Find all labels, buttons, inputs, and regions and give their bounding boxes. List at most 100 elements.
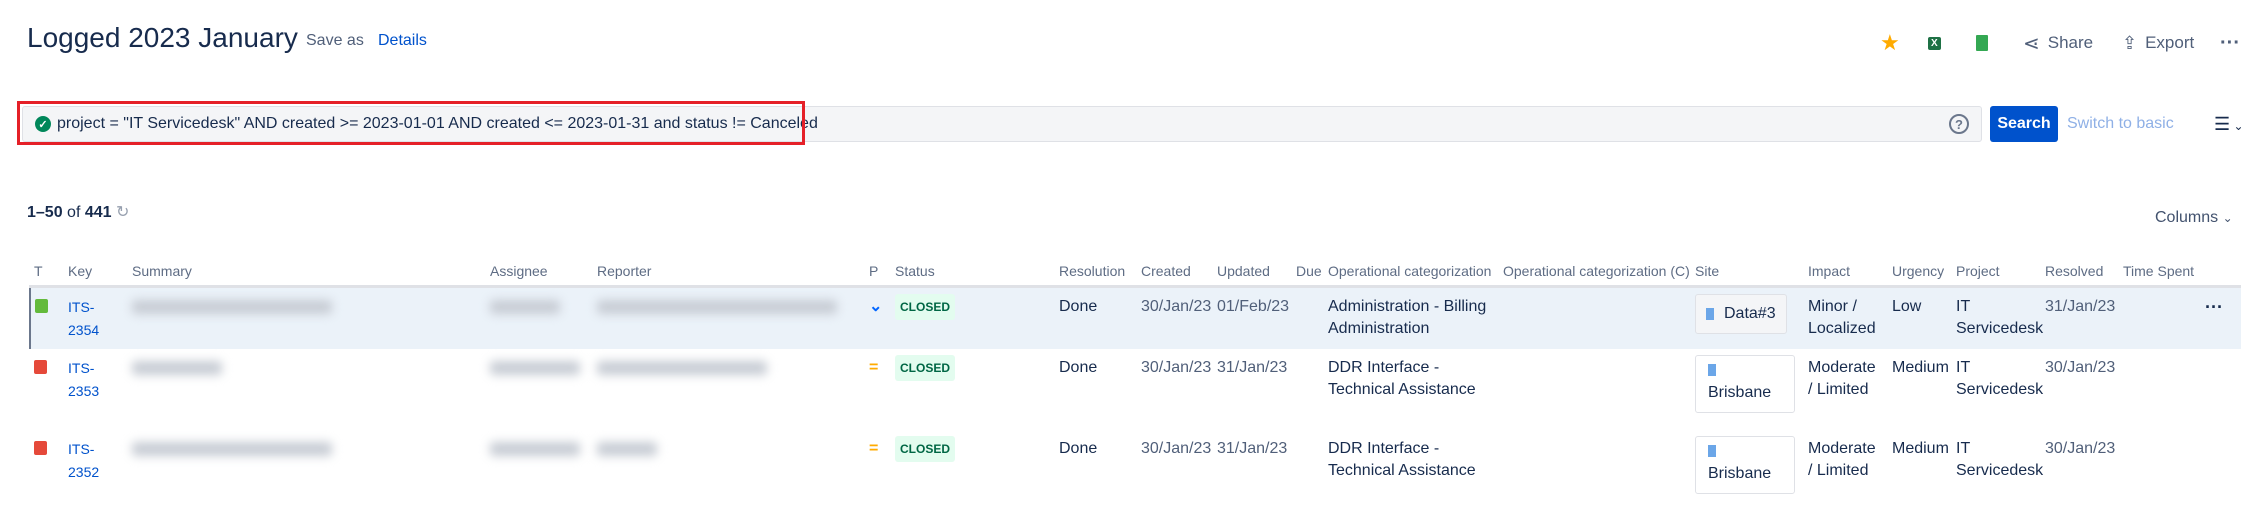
share-label: Share (2047, 33, 2094, 52)
column-header[interactable]: Time Spent (2119, 258, 2201, 288)
resolution: Done (1059, 297, 1098, 315)
operational-categorization: DDR Interface - Technical Assistance (1328, 440, 1476, 479)
column-header[interactable]: T (30, 258, 64, 288)
redacted-summary (132, 299, 332, 314)
resolution: Done (1059, 359, 1098, 376)
document-icon (1708, 364, 1716, 376)
issue-key-link[interactable]: ITS-2354 (68, 299, 99, 338)
redacted-reporter (597, 299, 837, 314)
column-header[interactable]: Urgency (1888, 258, 1952, 288)
updated-date: 01/Feb/23 (1217, 297, 1290, 315)
column-header[interactable]: Project (1952, 258, 2041, 288)
query-highlight-box (17, 101, 805, 145)
created-date: 30/Jan/23 (1141, 297, 1212, 315)
column-header[interactable]: Updated (1213, 258, 1292, 288)
column-header[interactable]: Operational categorization (1324, 258, 1499, 288)
export-button[interactable]: ⇪ Export (2122, 30, 2194, 56)
created-date: 30/Jan/23 (1141, 359, 1212, 376)
more-actions-button[interactable]: ··· (2220, 30, 2240, 56)
column-header[interactable]: Reporter (593, 258, 865, 288)
table-row[interactable]: ITS-2354 ⌄ CLOSED Done 30/Jan/23 01/Feb/… (29, 286, 2241, 349)
column-header[interactable]: Site (1691, 258, 1804, 288)
excel-icon: X (1928, 36, 1941, 50)
resolved-date: 30/Jan/23 (2045, 440, 2116, 457)
status-badge: CLOSED (895, 293, 956, 320)
column-header[interactable]: Key (64, 258, 128, 288)
priority-low-icon: ⌄ (869, 297, 883, 315)
view-menu-button[interactable]: ☰ ⌄ (2214, 114, 2244, 135)
column-header[interactable]: Due (1292, 258, 1324, 288)
column-header[interactable]: Assignee (486, 258, 593, 288)
redacted-summary (132, 442, 332, 456)
issue-type-icon (34, 441, 47, 455)
redacted-reporter (597, 442, 657, 456)
resolved-date: 31/Jan/23 (2045, 297, 2116, 315)
column-header[interactable]: Resolved (2041, 258, 2119, 288)
created-date: 30/Jan/23 (1141, 440, 1212, 457)
resolved-date: 30/Jan/23 (2045, 359, 2116, 376)
details-link[interactable]: Details (378, 32, 427, 50)
table-row[interactable]: ITS-2353 = CLOSED Done 30/Jan/23 31/Jan/… (30, 349, 2241, 430)
share-button[interactable]: ⋖ Share (2023, 30, 2093, 56)
document-icon (1706, 307, 1714, 320)
column-header[interactable]: P (865, 258, 891, 288)
issue-key-link[interactable]: ITS-2353 (68, 360, 99, 399)
results-count: 1–50 of 441 ↻ (27, 204, 130, 221)
star-icon: ★ (1880, 30, 1900, 55)
column-header[interactable]: Summary (128, 258, 486, 288)
column-header[interactable]: Resolution (1055, 258, 1137, 288)
impact: Minor / Localized (1808, 297, 1876, 337)
issue-type-icon (35, 298, 48, 313)
switch-to-basic-link[interactable]: Switch to basic (2067, 115, 2174, 133)
site-card[interactable]: Brisbane (1695, 436, 1795, 494)
priority-medium-icon: = (869, 440, 879, 457)
urgency: Medium (1892, 359, 1949, 376)
column-header[interactable]: Created (1137, 258, 1213, 288)
column-header[interactable]: Impact (1804, 258, 1888, 288)
status-badge: CLOSED (895, 436, 956, 462)
operational-categorization: Administration - Billing Administration (1328, 297, 1487, 337)
export-icon: ⇪ (2122, 32, 2138, 53)
share-icon: ⋖ (2023, 32, 2040, 55)
site-card[interactable]: Brisbane (1695, 355, 1795, 413)
project: IT Servicedesk (1956, 297, 2044, 337)
google-sheets-button[interactable] (1976, 30, 1988, 56)
export-label: Export (2145, 33, 2195, 52)
row-more-icon[interactable]: ··· (2205, 297, 2223, 317)
table-header: T Key Summary Assignee Reporter P Status Resolu… (30, 258, 2241, 288)
column-header[interactable]: Operational categorization (C) (1499, 258, 1691, 288)
impact: Moderate / Limited (1808, 440, 1876, 479)
table-row[interactable]: ITS-2352 = CLOSED Done 30/Jan/23 31/Jan/… (30, 430, 2241, 510)
project: IT Servicedesk (1956, 440, 2044, 479)
redacted-assignee (490, 361, 580, 375)
star-button[interactable]: ★ (1880, 30, 1900, 56)
urgency: Low (1892, 297, 1922, 315)
impact: Moderate / Limited (1808, 359, 1876, 398)
more-icon: ··· (2220, 31, 2240, 54)
hamburger-icon: ☰ (2214, 114, 2231, 134)
chevron-down-icon: ⌄ (2230, 119, 2244, 133)
issue-type-icon (34, 360, 47, 374)
sheets-icon (1976, 35, 1988, 51)
search-button[interactable]: Search (1990, 106, 2058, 142)
project: IT Servicedesk (1956, 359, 2044, 398)
issue-key-link[interactable]: ITS-2352 (68, 441, 99, 480)
columns-button[interactable]: Columns ⌄ (2155, 209, 2233, 227)
chevron-down-icon: ⌄ (2222, 211, 2233, 225)
redacted-reporter (597, 361, 767, 375)
document-icon (1708, 445, 1716, 457)
priority-medium-icon: = (869, 359, 879, 376)
save-as-button[interactable]: Save as (306, 32, 364, 50)
status-badge: CLOSED (895, 355, 956, 381)
help-icon[interactable]: ? (1949, 114, 1969, 134)
site-card[interactable]: Data#3 (1695, 293, 1787, 334)
page-title: Logged 2023 January (27, 22, 298, 53)
refresh-icon[interactable]: ↻ (116, 204, 129, 221)
issues-table: T Key Summary Assignee Reporter P Status Resolu… (29, 258, 2241, 510)
updated-date: 31/Jan/23 (1217, 440, 1288, 457)
operational-categorization: DDR Interface - Technical Assistance (1328, 359, 1476, 398)
updated-date: 31/Jan/23 (1217, 359, 1288, 376)
resolution: Done (1059, 440, 1098, 457)
column-header[interactable]: Status (891, 258, 1055, 288)
excel-export-button[interactable]: X (1928, 30, 1941, 56)
